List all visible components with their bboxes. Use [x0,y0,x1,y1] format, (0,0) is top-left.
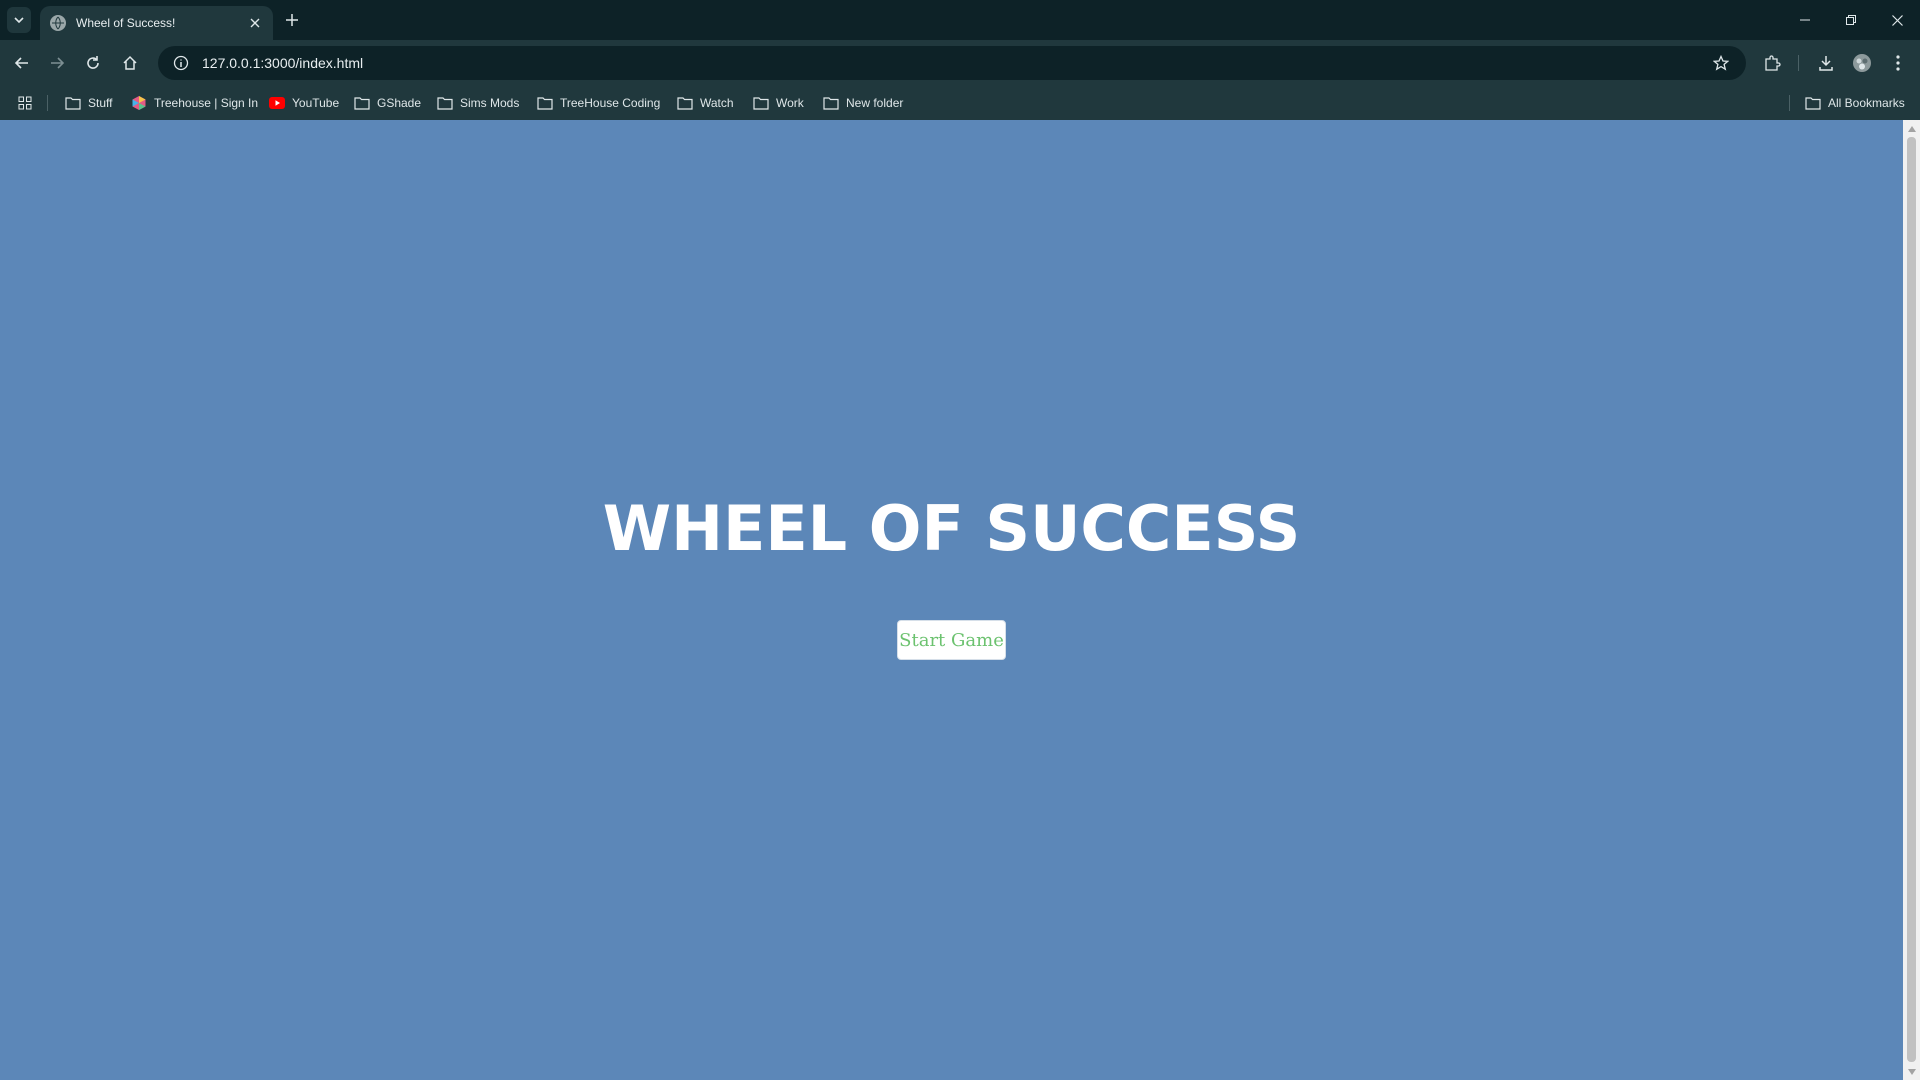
bookmark-treehouse[interactable]: Treehouse | Sign In [131,91,258,115]
avatar-icon [1853,54,1871,72]
bookmark-work[interactable]: Work [753,91,804,115]
bookmark-sims-mods[interactable]: Sims Mods [437,91,519,115]
bookmark-gshade[interactable]: GShade [354,91,421,115]
reload-button[interactable] [77,47,109,79]
folder-icon [437,95,453,111]
more-vertical-icon [1896,55,1900,71]
arrow-right-icon [51,57,65,69]
bookmarks-divider [47,95,48,111]
scrollbar-thumb[interactable] [1907,137,1916,1062]
tab-search-button[interactable] [7,7,31,33]
restore-icon [1846,15,1856,25]
all-bookmarks-label: All Bookmarks [1828,96,1905,110]
restore-button[interactable] [1828,0,1874,40]
bookmarks-bar: Stuff Treehouse | Sign In YouTube GShade… [0,86,1920,120]
toolbar-divider [1798,55,1799,71]
close-window-button[interactable] [1874,0,1920,40]
bookmark-label: Sims Mods [460,96,520,110]
folder-icon [537,95,553,111]
caret-down-icon [1907,1068,1916,1075]
info-icon [173,55,189,71]
puzzle-icon [1765,55,1781,71]
minimize-button[interactable] [1782,0,1828,40]
youtube-icon [269,95,285,111]
bookmark-label: Treehouse | Sign In [154,96,259,110]
start-game-button[interactable]: Start Game [897,620,1006,660]
extensions-button[interactable] [1756,47,1788,79]
bookmark-watch[interactable]: Watch [677,91,734,115]
folder-icon [823,95,839,111]
bookmark-label: New folder [846,96,904,110]
page-title: WHEEL OF SUCCESS [602,492,1301,565]
bookmark-label: YouTube [292,96,340,110]
bookmark-label: Work [776,96,804,110]
star-icon [1713,55,1729,71]
download-icon [1819,56,1833,71]
browser-toolbar: 127.0.0.1:3000/index.html [0,40,1920,86]
scroll-down-arrow[interactable] [1903,1063,1920,1080]
apps-grid-icon [17,95,33,111]
bookmark-stuff[interactable]: Stuff [65,91,112,115]
vertical-scrollbar[interactable] [1903,120,1920,1080]
plus-icon [286,14,298,26]
site-info-button[interactable] [164,46,198,80]
bookmark-treehouse-coding[interactable]: TreeHouse Coding [537,91,660,115]
downloads-button[interactable] [1810,47,1842,79]
back-button[interactable] [6,47,38,79]
caret-up-icon [1907,125,1916,132]
scroll-up-arrow[interactable] [1903,120,1920,137]
tab-title: Wheel of Success! [76,16,176,30]
folder-icon [677,95,693,111]
bookmark-label: Stuff [88,96,113,110]
chevron-down-icon [14,17,24,24]
profile-button[interactable] [1846,47,1878,79]
arrow-left-icon [14,57,28,69]
bookmarks-divider [1789,95,1790,111]
tab-strip: Wheel of Success! [0,0,1920,40]
bookmark-label: TreeHouse Coding [560,96,661,110]
close-icon [250,18,260,28]
folder-icon [753,95,769,111]
bookmark-label: GShade [377,96,422,110]
tab-close-button[interactable] [245,13,265,33]
menu-button[interactable] [1882,47,1914,79]
folder-icon [354,95,370,111]
home-button[interactable] [114,47,146,79]
forward-button[interactable] [41,47,73,79]
page-viewport: WHEEL OF SUCCESS Start Game [0,120,1920,1080]
folder-icon [65,95,81,111]
bookmark-new-folder[interactable]: New folder [823,91,903,115]
globe-icon [50,15,66,31]
bookmark-label: Watch [700,96,734,110]
page-body: WHEEL OF SUCCESS Start Game [0,120,1903,1080]
folder-icon [1805,95,1821,111]
treehouse-icon [131,95,147,111]
reload-icon [87,56,99,69]
apps-button[interactable] [17,91,40,115]
minimize-icon [1800,19,1810,21]
close-icon [1891,14,1903,26]
address-bar[interactable]: 127.0.0.1:3000/index.html [158,46,1746,80]
new-tab-button[interactable] [280,8,304,32]
bookmark-star-button[interactable] [1704,46,1738,80]
all-bookmarks[interactable]: All Bookmarks [1805,91,1905,115]
url-text[interactable]: 127.0.0.1:3000/index.html [202,55,1704,71]
active-tab[interactable]: Wheel of Success! [40,6,273,40]
home-icon [123,55,137,70]
bookmark-youtube[interactable]: YouTube [269,91,339,115]
